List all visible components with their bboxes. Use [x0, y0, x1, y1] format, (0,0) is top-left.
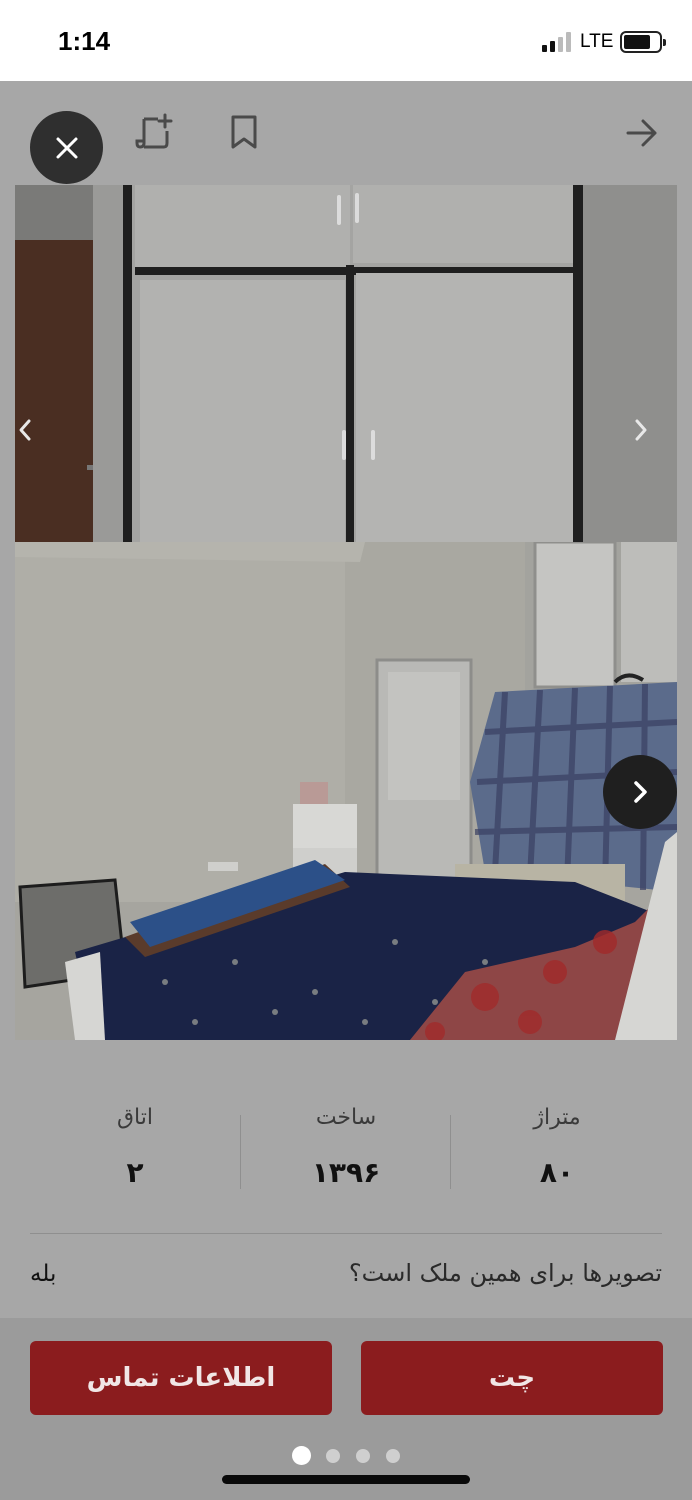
spec-rooms: اتاق ۲ [30, 1091, 240, 1189]
close-icon [56, 137, 77, 158]
spec-rooms-label: اتاق [116, 1105, 153, 1130]
chevron-right-icon [635, 419, 647, 441]
page-dot-active [292, 1446, 311, 1465]
add-note-button[interactable] [134, 113, 174, 157]
gallery-next-top[interactable] [631, 417, 651, 450]
listing-page: متراژ ۸۰ ساخت ۱۳۹۶ اتاق ۲ تصویرها برای ه… [0, 81, 692, 1500]
spec-divider [240, 1115, 241, 1189]
status-bar: 1:14 LTE [0, 0, 692, 81]
spec-built-label: ساخت [315, 1105, 377, 1130]
divider [30, 1233, 662, 1234]
arrow-right-icon [626, 119, 657, 147]
spec-area-value: ۸۰ [539, 1156, 575, 1189]
chat-button[interactable]: چت [361, 1341, 663, 1415]
back-button[interactable] [624, 115, 660, 155]
bottom-action-bar: اطلاعات تماس چت [0, 1318, 692, 1500]
add-note-icon [135, 113, 173, 149]
gallery-prev-top[interactable] [15, 417, 35, 450]
spec-area: متراژ ۸۰ [452, 1091, 662, 1189]
contact-info-button[interactable]: اطلاعات تماس [30, 1341, 332, 1415]
spec-rooms-value: ۲ [126, 1156, 144, 1189]
gallery-page-indicator [292, 1445, 402, 1465]
bookmark-button[interactable] [229, 113, 259, 157]
battery-icon [620, 31, 666, 53]
page-dot [326, 1449, 340, 1463]
spec-built: ساخت ۱۳۹۶ [241, 1091, 451, 1189]
property-specs: متراژ ۸۰ ساخت ۱۳۹۶ اتاق ۲ [30, 1091, 662, 1211]
network-label: LTE [580, 31, 614, 52]
chevron-left-icon [19, 419, 31, 441]
close-button[interactable] [30, 111, 103, 184]
photo-answer: بله [30, 1261, 57, 1287]
photo-gallery[interactable] [15, 185, 677, 1040]
gallery-next-button[interactable] [603, 755, 677, 829]
spec-area-label: متراژ [533, 1105, 581, 1130]
page-dot [356, 1449, 370, 1463]
page-dot [386, 1449, 400, 1463]
home-indicator [222, 1475, 470, 1484]
spec-built-value: ۱۳۹۶ [311, 1156, 381, 1189]
photo-bedroom [15, 542, 677, 1040]
photo-question: تصویرها برای همین ملک است؟ [348, 1259, 662, 1287]
chevron-right-icon [634, 781, 647, 803]
photo-wardrobe [15, 185, 677, 542]
status-time: 1:14 [58, 26, 111, 56]
bookmark-icon [231, 115, 257, 149]
toolbar [0, 81, 692, 185]
signal-icon [542, 32, 576, 52]
